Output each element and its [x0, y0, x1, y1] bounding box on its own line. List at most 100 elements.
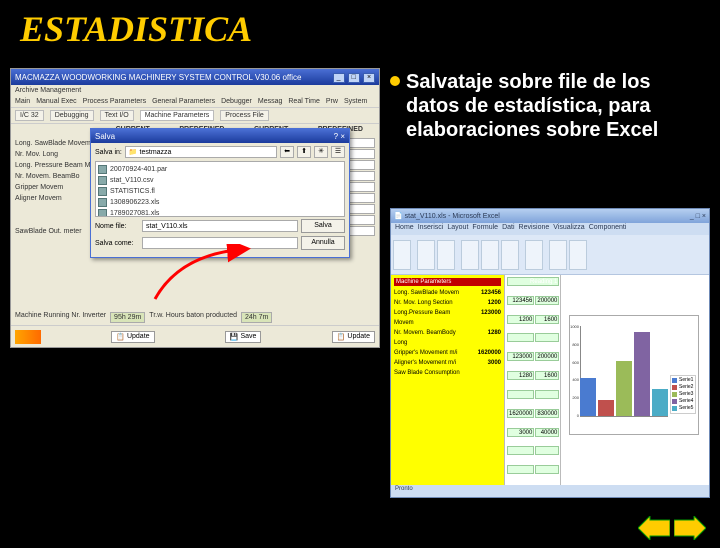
next-slide-button[interactable] — [674, 516, 706, 540]
data-cell[interactable] — [535, 390, 559, 399]
param-key: Long. SawBlade Movem — [394, 288, 465, 298]
save-bottom: Nome file: stat_V110.xls Salva Salva com… — [91, 217, 349, 252]
ribbon-tab[interactable]: Layout — [447, 224, 468, 234]
ribbon-button[interactable] — [525, 240, 543, 270]
menu-item[interactable]: Process Parameters — [83, 98, 146, 105]
ytick: 400 — [570, 377, 579, 382]
file-item[interactable]: 20070924-401.par — [98, 164, 342, 175]
menu-item[interactable]: Main — [15, 98, 30, 105]
file-list[interactable]: 20070924-401.parstat_V110.csvSTATISTICS.… — [95, 161, 345, 217]
dialog-titlebar: Salva ? × — [91, 129, 349, 143]
data-cell[interactable]: 123000 — [507, 352, 534, 361]
ytick: 0 — [570, 413, 579, 418]
data-cell[interactable]: 123456 — [507, 296, 534, 305]
data-cell[interactable]: 40000 — [535, 428, 559, 437]
param-row: Saw Blade Consumption — [394, 368, 501, 378]
dialog-save-button[interactable]: Salva — [301, 219, 345, 233]
tab-active[interactable]: Machine Parameters — [140, 110, 215, 121]
data-cell[interactable] — [535, 333, 559, 342]
param-value: 123456 — [465, 288, 501, 298]
param-value: 3000 — [465, 358, 501, 368]
data-cell[interactable]: 1600 — [535, 315, 559, 324]
filename-label: Nome file: — [95, 223, 139, 230]
file-item[interactable]: stat_V110.csv — [98, 175, 342, 186]
app-titlebar: MACMAZZA WOODWORKING MACHINERY SYSTEM CO… — [11, 69, 379, 85]
ribbon-tab[interactable]: Componenti — [589, 224, 627, 234]
file-item[interactable]: 1308906223.xls — [98, 197, 342, 208]
data-cell[interactable]: 830000 — [535, 409, 559, 418]
data-cell[interactable] — [507, 390, 534, 399]
ribbon-button[interactable] — [437, 240, 455, 270]
menu-item[interactable]: Prw — [326, 98, 338, 105]
ribbon-tab[interactable]: Visualizza — [553, 224, 584, 234]
slide-nav — [638, 516, 706, 540]
param-row: Gripper's Movement m/i1620000 — [394, 348, 501, 358]
data-cell[interactable]: 3000 — [507, 428, 534, 437]
legend-item: Serie3 — [672, 391, 694, 398]
window-controls: _ □ × — [332, 72, 375, 83]
ribbon-tab[interactable]: Formule — [472, 224, 498, 234]
ribbon-tab[interactable]: Inserisci — [418, 224, 444, 234]
param-value — [465, 368, 501, 378]
filename-input[interactable]: stat_V110.xls — [142, 220, 298, 232]
tab[interactable]: Text I/O — [100, 110, 134, 121]
menu-item[interactable]: System — [344, 98, 367, 105]
ribbon-tab[interactable]: Dati — [502, 224, 514, 234]
data-cell[interactable]: 200000 — [535, 296, 559, 305]
data-cell[interactable]: 1620000 — [507, 409, 534, 418]
update-button[interactable]: 📋 Update — [111, 331, 154, 343]
ribbon-button[interactable] — [481, 240, 499, 270]
file-item[interactable]: STATISTICS.fl — [98, 186, 342, 197]
ytick: 200 — [570, 395, 579, 400]
data-cell[interactable]: 1600 — [535, 371, 559, 380]
update-button-2[interactable]: 📋 Update — [332, 331, 375, 343]
menu-item[interactable]: General Parameters — [152, 98, 215, 105]
ribbon-button[interactable] — [549, 240, 567, 270]
menu-item[interactable]: Messag — [258, 98, 283, 105]
savetype-combo[interactable] — [142, 237, 298, 249]
data-cell[interactable]: 1200 — [507, 315, 534, 324]
tab[interactable]: I/C 32 — [15, 110, 44, 121]
data-cell[interactable]: 1280 — [507, 371, 534, 380]
tab[interactable]: Process File — [220, 110, 269, 121]
ribbon-paste-icon[interactable] — [393, 240, 411, 270]
maximize-button[interactable]: □ — [348, 73, 360, 83]
data-cell[interactable] — [507, 446, 534, 455]
view-menu-button[interactable]: ☰ — [331, 146, 345, 158]
menu-item[interactable]: Real Time — [288, 98, 320, 105]
close-button[interactable]: × — [363, 73, 375, 83]
legend-swatch-icon — [672, 406, 677, 411]
chart-bars — [580, 326, 668, 416]
prev-slide-button[interactable] — [638, 516, 670, 540]
new-folder-button[interactable]: ✳ — [314, 146, 328, 158]
param-row: Long. SawBlade Movem123456 — [394, 288, 501, 298]
up-folder-button[interactable]: ⬆ — [297, 146, 311, 158]
menu-item[interactable]: Manual Exec — [36, 98, 76, 105]
save-dialog: Salva ? × Salva in: 📁 testmazza ⬅ ⬆ ✳ ☰ … — [90, 128, 350, 258]
bullet-text: Salvataje sobre file de los datos de est… — [406, 70, 702, 142]
dialog-cancel-button[interactable]: Annulla — [301, 236, 345, 250]
ribbon-button[interactable] — [501, 240, 519, 270]
data-cell[interactable] — [507, 333, 534, 342]
file-item[interactable]: 1789027081.xls — [98, 208, 342, 217]
save-folder-combo[interactable]: 📁 testmazza — [125, 146, 277, 158]
ribbon-tab[interactable]: Home — [395, 224, 414, 234]
ribbon-button[interactable] — [417, 240, 435, 270]
dialog-close-icon[interactable]: ? × — [334, 132, 345, 141]
tab[interactable]: Debugging — [50, 110, 94, 121]
data-cell[interactable]: 200000 — [535, 352, 559, 361]
minimize-button[interactable]: _ — [333, 73, 345, 83]
runtime-block: Machine Running Nr. Inverter 95h 29m Tr.… — [15, 312, 375, 323]
runtime-value: 24h 7m — [241, 312, 272, 323]
chart[interactable]: 10008006004002000 Serie1Serie2Serie3Seri… — [569, 315, 699, 435]
data-cell[interactable] — [535, 446, 559, 455]
save-button[interactable]: 💾 Save — [225, 331, 262, 343]
ribbon-tab[interactable]: Revisione — [519, 224, 550, 234]
ribbon-button[interactable] — [569, 240, 587, 270]
data-cell[interactable] — [535, 465, 559, 474]
menu-item[interactable]: Debugger — [221, 98, 252, 105]
brand-logo-icon — [15, 330, 41, 344]
data-cell[interactable] — [507, 465, 534, 474]
back-button[interactable]: ⬅ — [280, 146, 294, 158]
ribbon-button[interactable] — [461, 240, 479, 270]
